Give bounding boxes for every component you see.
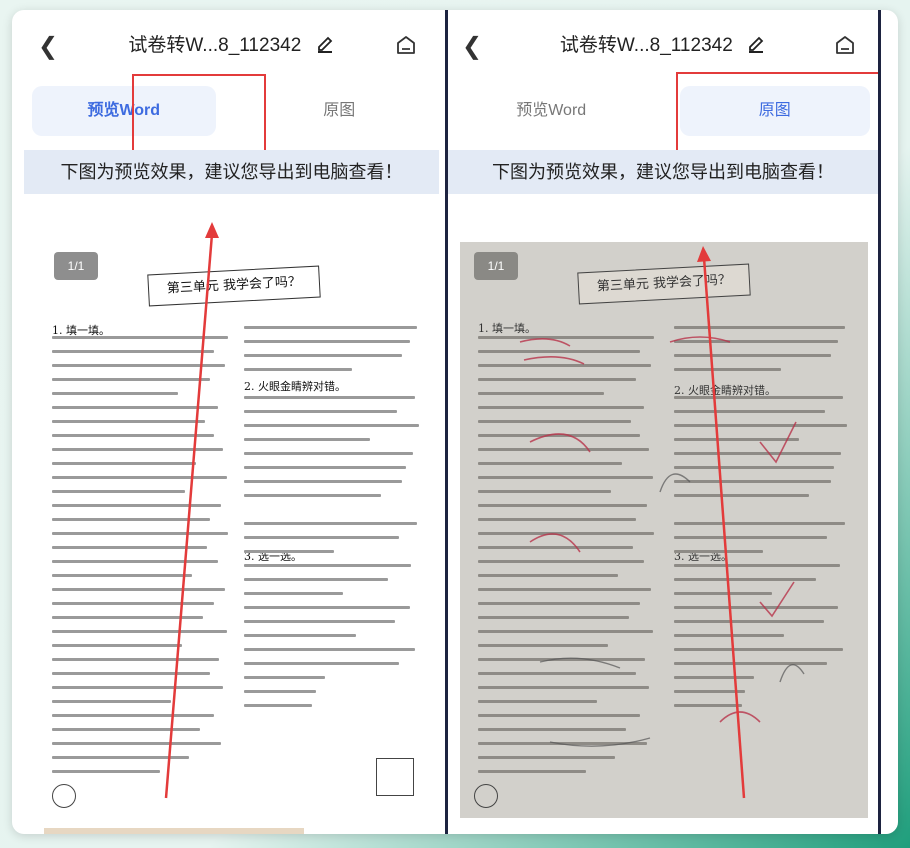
preview-hint-banner: 下图为预览效果，建议您导出到电脑查看！ <box>448 150 878 194</box>
home-icon[interactable] <box>395 34 417 56</box>
screenshot-frame: ❮ 试卷转W...8_112342 预览Word 原图 下图为预览效果，建议您导… <box>12 10 898 834</box>
home-icon[interactable] <box>834 34 856 56</box>
top-bar: ❮ 试卷转W...8_112342 <box>448 24 878 68</box>
highlight-box <box>132 74 266 158</box>
page-indicator: 1/1 <box>54 252 98 280</box>
cube-figure <box>376 758 414 796</box>
text-column-right <box>244 326 424 718</box>
text-column-right <box>674 326 852 718</box>
unit-title: 第三单元 我学会了吗？ <box>147 265 321 307</box>
doc-title: 试卷转W...8_112342 <box>128 35 302 56</box>
edit-pen-icon[interactable] <box>315 33 335 59</box>
right-phone-panel: ❮ 试卷转W...8_112342 预览Word 原图 下图为预览效果，建议您导… <box>445 10 881 834</box>
page-indicator: 1/1 <box>474 252 518 280</box>
page-corner-icon <box>474 784 498 808</box>
unit-title: 第三单元 我学会了吗？ <box>577 263 751 305</box>
word-preview-document: 1/1 第三单元 我学会了吗？ 1. 填一填。 2. 火眼金睛辨对错。 3. 选… <box>38 218 433 818</box>
top-bar: ❮ 试卷转W...8_112342 <box>24 24 439 68</box>
highlight-box <box>676 72 878 158</box>
text-column-left <box>52 336 232 784</box>
doc-title-area: 试卷转W...8_112342 <box>448 30 878 59</box>
preview-hint-banner: 下图为预览效果，建议您导出到电脑查看！ <box>24 150 439 194</box>
tab-original-image[interactable]: 原图 <box>247 86 431 136</box>
tab-preview-word[interactable]: 预览Word <box>456 86 646 136</box>
edit-pen-icon[interactable] <box>746 33 766 59</box>
bottom-strip <box>44 828 304 834</box>
page-corner-icon <box>52 784 76 808</box>
section-heading: 1. 填一填。 <box>478 322 536 335</box>
original-image-document: 1/1 第三单元 我学会了吗？ 1. 填一填。 2. 火眼金睛辨对错。 3. 选… <box>460 242 868 818</box>
text-column-left <box>478 336 658 784</box>
doc-title-area: 试卷转W...8_112342 <box>24 30 439 59</box>
left-phone-panel: ❮ 试卷转W...8_112342 预览Word 原图 下图为预览效果，建议您导… <box>24 10 439 834</box>
doc-title: 试卷转W...8_112342 <box>559 35 733 56</box>
